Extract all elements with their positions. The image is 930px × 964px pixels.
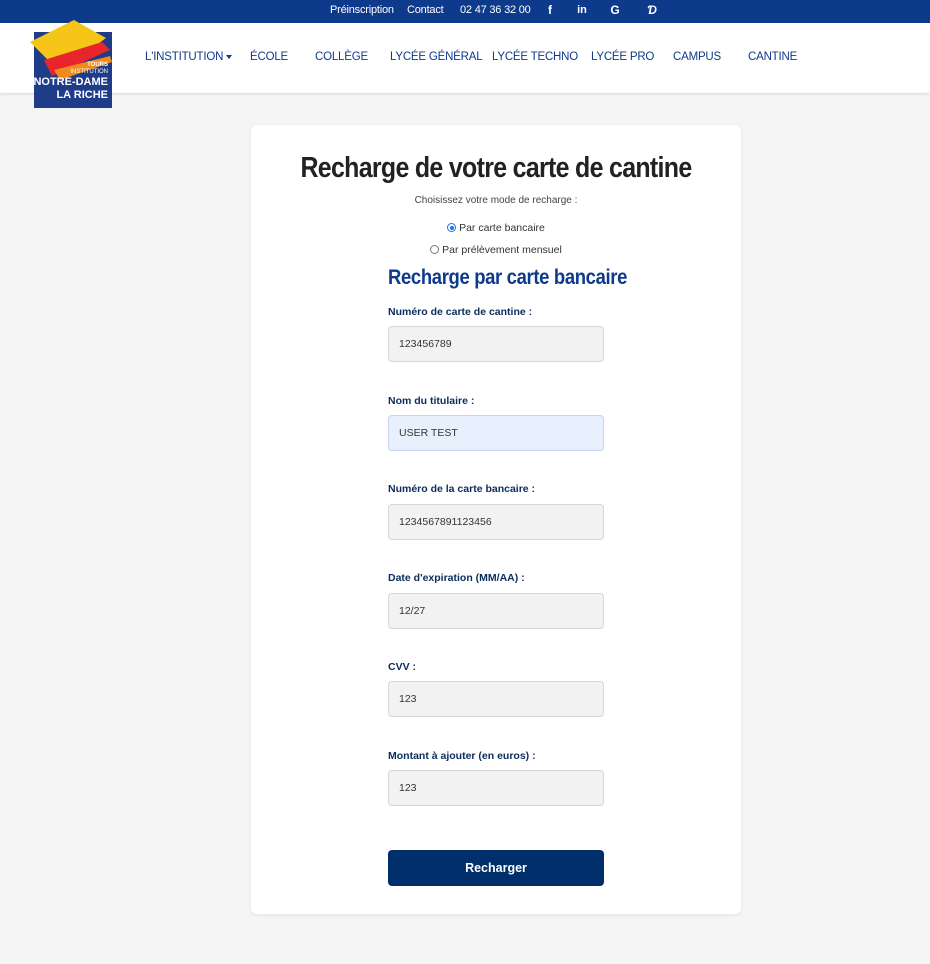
- section-title: Recharge par carte bancaire: [388, 266, 628, 289]
- radio-carte-bancaire[interactable]: [447, 223, 457, 232]
- ecole-directe-icon[interactable]: Ɗ: [643, 2, 661, 18]
- site-header: L'INSTITUTION ÉCOLE COLLÈGE LYCÉE GÉNÉRA…: [0, 23, 930, 93]
- mode-subtitle: Choisissez votre mode de recharge :: [414, 195, 578, 206]
- option-label: Par prélèvement mensuel: [442, 244, 562, 256]
- page-title: Recharge de votre carte de cantine: [300, 152, 692, 184]
- nav-item-college[interactable]: COLLÈGE: [315, 51, 368, 63]
- logo-text-institution: INSTITUTION: [70, 69, 108, 75]
- logo-text-tours: TOURS: [87, 62, 108, 68]
- nav-item-ecole[interactable]: ÉCOLE: [250, 51, 288, 63]
- radio-prelevement[interactable]: [430, 245, 440, 254]
- preinscription-link[interactable]: Préinscription: [330, 4, 394, 16]
- top-bar: Préinscription Contact 02 47 36 32 00 f …: [0, 0, 930, 23]
- phone-link[interactable]: 02 47 36 32 00: [460, 4, 531, 16]
- nav-item-cantine[interactable]: CANTINE: [748, 51, 797, 63]
- label-cvv: CVV :: [388, 661, 417, 673]
- nav-item-institution[interactable]: L'INSTITUTION: [145, 51, 233, 63]
- numero-carte-bancaire-input[interactable]: [388, 504, 604, 540]
- label-numero-cantine: Numéro de carte de cantine :: [388, 306, 533, 318]
- label-nom-titulaire: Nom du titulaire :: [388, 395, 475, 407]
- linkedin-icon[interactable]: in: [573, 2, 591, 18]
- numero-cantine-input[interactable]: [388, 326, 604, 362]
- label-montant: Montant à ajouter (en euros) :: [388, 750, 536, 762]
- nav-item-label: L'INSTITUTION: [145, 51, 224, 63]
- cvv-input[interactable]: [388, 681, 604, 717]
- site-logo[interactable]: TOURS INSTITUTION NOTRE-DAME LA RICHE: [30, 20, 112, 108]
- label-numero-carte-bancaire: Numéro de la carte bancaire :: [388, 483, 536, 495]
- google-icon[interactable]: G: [606, 2, 624, 18]
- recharge-card: Recharge de votre carte de cantine Chois…: [251, 125, 741, 914]
- montant-input[interactable]: [388, 770, 604, 806]
- logo-text-notre-dame: NOTRE-DAME: [33, 76, 108, 88]
- nav-item-lycee-techno[interactable]: LYCÉE TECHNO: [492, 51, 578, 63]
- option-carte-bancaire[interactable]: Par carte bancaire: [251, 222, 741, 234]
- contact-link[interactable]: Contact: [407, 4, 444, 16]
- date-expiration-input[interactable]: [388, 593, 604, 629]
- nav-item-campus[interactable]: CAMPUS: [673, 51, 721, 63]
- caret-down-icon: [226, 54, 233, 59]
- nav-item-lycee-general[interactable]: LYCÉE GÉNÉRAL: [390, 51, 483, 63]
- option-prelevement[interactable]: Par prélèvement mensuel: [251, 244, 741, 256]
- logo-text-la-riche: LA RICHE: [56, 89, 108, 101]
- facebook-icon[interactable]: f: [541, 2, 559, 18]
- label-date-expiration: Date d'expiration (MM/AA) :: [388, 572, 525, 584]
- option-label: Par carte bancaire: [459, 222, 545, 234]
- recharger-button[interactable]: Recharger: [388, 850, 604, 886]
- nav-item-lycee-pro[interactable]: LYCÉE PRO: [591, 51, 654, 63]
- nom-titulaire-input[interactable]: [388, 415, 604, 451]
